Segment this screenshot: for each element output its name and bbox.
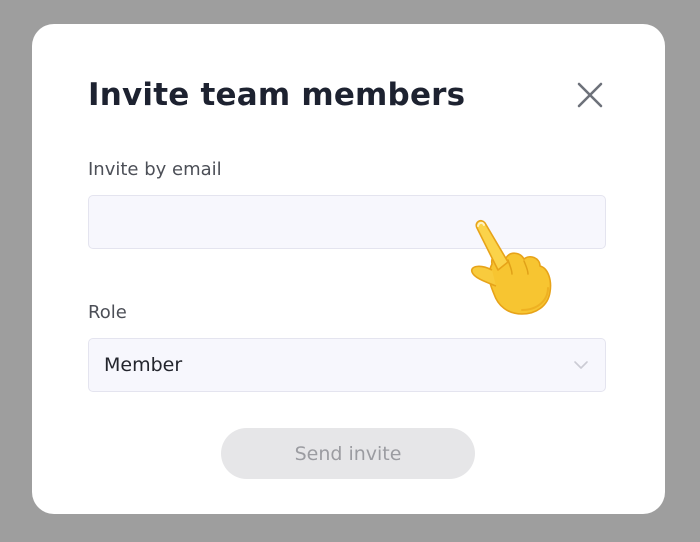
email-label: Invite by email — [88, 159, 222, 180]
close-icon — [577, 82, 603, 108]
dialog-title: Invite team members — [88, 77, 466, 113]
send-invite-button[interactable]: Send invite — [221, 428, 475, 479]
chevron-down-icon — [573, 359, 589, 371]
role-select[interactable]: Member — [88, 338, 606, 392]
role-selected-value: Member — [104, 354, 183, 376]
invite-dialog: Invite team members Invite by email Role… — [32, 24, 665, 514]
role-label: Role — [88, 302, 127, 323]
close-button[interactable] — [573, 78, 607, 112]
email-input[interactable] — [88, 195, 606, 249]
